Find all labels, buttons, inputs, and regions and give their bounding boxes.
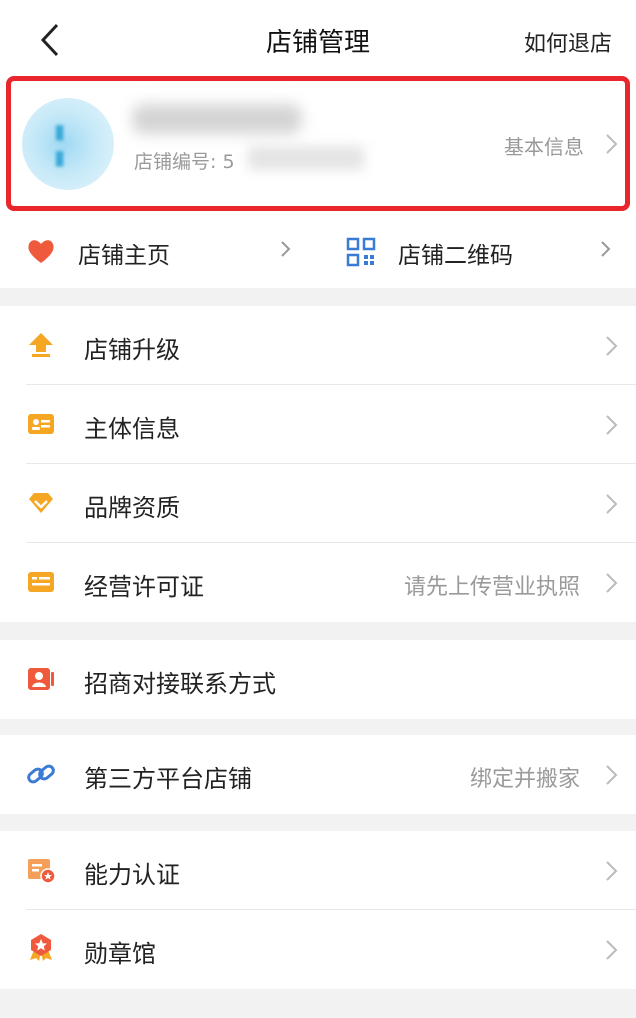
chevron-right-icon	[606, 415, 618, 435]
upgrade-icon	[29, 333, 53, 357]
chevron-right-icon	[606, 336, 618, 356]
list-item-label: 勋章馆	[84, 940, 156, 968]
brand-diamond-icon	[29, 493, 53, 513]
certificate-icon	[28, 859, 56, 884]
store-qr-code-label: 店铺二维码	[398, 243, 513, 269]
store-settings-section: 店铺升级 主体信息 品牌资质 经营许可证 请先上传营业执照	[0, 306, 636, 622]
list-item-medal-hall[interactable]: 勋章馆	[0, 910, 636, 989]
list-item-investment-contact[interactable]: 招商对接联系方式	[0, 640, 636, 719]
highlight-annotation-box	[6, 76, 630, 211]
list-item-business-license[interactable]: 经营许可证 请先上传营业执照	[0, 543, 636, 622]
chevron-right-icon	[281, 241, 291, 257]
chevron-right-icon	[606, 940, 618, 960]
third-party-bind-hint: 绑定并搬家	[469, 767, 580, 792]
list-item-label: 店铺升级	[84, 336, 180, 364]
list-item-brand-qualification[interactable]: 品牌资质	[0, 464, 636, 543]
third-party-section: 第三方平台店铺 绑定并搬家	[0, 735, 636, 814]
how-to-close-store-link[interactable]: 如何退店	[524, 26, 612, 58]
link-icon	[27, 764, 55, 784]
list-item-label: 招商对接联系方式	[84, 670, 276, 698]
list-item-entity-info[interactable]: 主体信息	[0, 385, 636, 464]
list-item-label: 经营许可证	[84, 573, 204, 601]
chevron-right-icon	[606, 573, 618, 593]
medal-icon	[30, 934, 52, 961]
list-item-label: 第三方平台店铺	[84, 765, 252, 793]
contact-section: 招商对接联系方式	[0, 640, 636, 719]
list-item-third-party-store[interactable]: 第三方平台店铺 绑定并搬家	[0, 735, 636, 814]
id-card-icon	[28, 414, 54, 434]
chevron-right-icon	[606, 494, 618, 514]
license-icon	[28, 572, 54, 592]
nav-bar: 店铺管理 如何退店	[0, 0, 636, 80]
qr-code-icon	[346, 237, 376, 267]
list-item-label: 主体信息	[84, 415, 180, 443]
list-item-label: 能力认证	[84, 861, 180, 889]
certification-section: 能力认证 勋章馆	[0, 831, 636, 989]
list-item-label: 品牌资质	[84, 494, 180, 522]
list-item-capability-certification[interactable]: 能力认证	[0, 831, 636, 910]
list-item-store-upgrade[interactable]: 店铺升级	[0, 306, 636, 385]
chevron-right-icon	[606, 861, 618, 881]
store-homepage-label: 店铺主页	[78, 243, 170, 269]
chevron-right-icon	[601, 241, 611, 257]
business-license-hint: 请先上传营业执照	[403, 575, 580, 600]
chevron-right-icon	[606, 765, 618, 785]
contact-card-icon	[28, 668, 54, 690]
heart-icon	[28, 240, 54, 263]
